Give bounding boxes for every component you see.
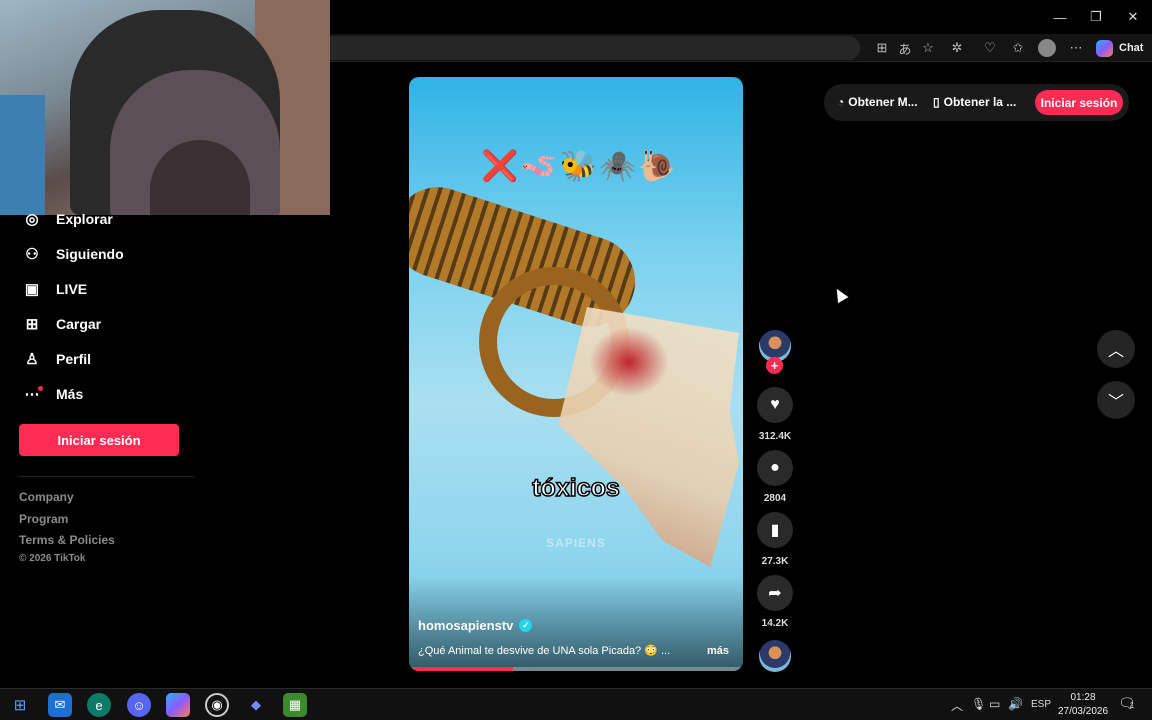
settings-more-icon[interactable]: ⋯ bbox=[1066, 38, 1086, 58]
copilot-icon bbox=[1096, 39, 1113, 57]
chevron-up-icon: ︿ bbox=[1107, 343, 1124, 360]
restore-icon[interactable]: ❐ bbox=[1081, 6, 1111, 28]
like-count: 312.4K bbox=[758, 431, 792, 442]
sidebar-divider bbox=[19, 476, 194, 477]
browser-essentials-icon[interactable]: ♡ bbox=[980, 38, 1000, 58]
share-button[interactable]: ➦ bbox=[757, 575, 793, 611]
video-progress-fill bbox=[409, 667, 513, 671]
start-icon[interactable]: ⊞ bbox=[8, 693, 32, 717]
coin-icon: ◔ bbox=[837, 95, 845, 109]
save-button[interactable]: ▮ bbox=[757, 512, 793, 548]
sidebar-item-following[interactable]: ⚇ Siguiendo bbox=[22, 241, 124, 267]
more-icon: ⋯ bbox=[22, 385, 43, 403]
notifications-icon[interactable]: 🗨1 bbox=[1118, 695, 1136, 712]
app-available-icon[interactable]: ⊞ bbox=[872, 38, 892, 58]
header-login-button[interactable]: Iniciar sesión bbox=[1035, 90, 1123, 115]
outlook-icon[interactable]: ✉ bbox=[48, 693, 72, 717]
compass-icon: ◎ bbox=[25, 211, 39, 228]
upload-icon: ⊞ bbox=[25, 316, 39, 333]
notification-badge: 1 bbox=[1129, 701, 1135, 710]
phone-icon: ▯ bbox=[933, 95, 940, 109]
taskbar-clock[interactable]: 01:28 27/03/2026 bbox=[1055, 691, 1111, 719]
chevron-down-icon: ﹀ bbox=[1107, 394, 1124, 411]
webcam-overlay bbox=[0, 0, 330, 215]
extensions-icon[interactable]: ✲ bbox=[947, 38, 967, 58]
get-coins-link[interactable]: ◔ Obtener M... bbox=[837, 95, 918, 109]
discord-icon[interactable]: ☺ bbox=[127, 693, 151, 717]
description-more-link[interactable]: más bbox=[707, 645, 729, 657]
favorite-star-icon[interactable]: ☆ bbox=[918, 38, 938, 58]
verified-icon: ✓ bbox=[519, 619, 533, 632]
copyright: © 2026 TikTok bbox=[19, 553, 86, 564]
sidebar-login-button[interactable]: Iniciar sesión bbox=[19, 424, 179, 456]
video-player[interactable]: ❌🪱🐝🕷️🐌 tóxicos SAPIENS homosapienstv ✓ ¿… bbox=[409, 77, 743, 671]
sidebar-item-label: Siguiendo bbox=[56, 246, 124, 262]
get-app-label: Obtener la ... bbox=[943, 95, 1017, 109]
sidebar-item-profile[interactable]: ♙ Perfil bbox=[22, 346, 91, 372]
sidebar-item-upload[interactable]: ⊞ Cargar bbox=[22, 311, 101, 337]
tray-chevron-icon[interactable]: ︿ bbox=[951, 697, 963, 714]
volume-icon[interactable]: 🔊 bbox=[1008, 697, 1023, 711]
save-count: 27.3K bbox=[761, 556, 789, 567]
wound-graphic bbox=[589, 327, 669, 397]
microphone-icon[interactable]: 🎙 bbox=[971, 697, 986, 711]
mouse-cursor bbox=[831, 285, 849, 304]
bookmark-icon: ▮ bbox=[770, 522, 780, 539]
sidebar-item-more[interactable]: ⋯ Más bbox=[22, 381, 83, 407]
sidebar-item-label: Perfil bbox=[56, 351, 92, 367]
video-description: ¿Qué Animal te desvive de UNA sola Picad… bbox=[418, 645, 671, 657]
sidebar-item-label: LIVE bbox=[56, 281, 88, 297]
sound-disc-avatar[interactable] bbox=[759, 640, 791, 672]
video-author[interactable]: homosapienstv ✓ bbox=[418, 618, 533, 633]
clock-time: 01:28 bbox=[1070, 692, 1096, 703]
get-coins-label: Obtener M... bbox=[848, 95, 918, 109]
minecraft-icon[interactable]: ▦ bbox=[283, 693, 307, 717]
language-indicator[interactable]: ESP bbox=[1031, 699, 1051, 710]
minimize-icon[interactable]: — bbox=[1045, 6, 1075, 28]
sidebar-item-label: Más bbox=[56, 386, 84, 402]
sidebar-item-label: Explorar bbox=[56, 211, 113, 227]
copilot-app-icon[interactable] bbox=[166, 693, 190, 717]
like-button[interactable]: ♥ bbox=[757, 387, 793, 423]
following-icon: ⚇ bbox=[25, 246, 39, 263]
video-caption: tóxicos bbox=[531, 473, 620, 503]
footer-link-terms[interactable]: Terms & Policies bbox=[19, 533, 115, 547]
app-diamond-icon[interactable]: ◆ bbox=[244, 693, 268, 717]
address-bar[interactable] bbox=[330, 36, 860, 60]
share-icon: ➦ bbox=[768, 585, 782, 602]
footer-link-program[interactable]: Program bbox=[19, 512, 68, 526]
sidebar-item-label: Cargar bbox=[56, 316, 102, 332]
edge-icon[interactable]: e bbox=[87, 693, 111, 717]
next-video-button[interactable]: ﹀ bbox=[1097, 381, 1135, 419]
obs-icon[interactable]: ◉ bbox=[205, 693, 229, 717]
follow-plus-icon[interactable]: + bbox=[766, 357, 783, 374]
video-watermark: SAPIENS bbox=[546, 536, 606, 550]
author-name: homosapienstv bbox=[418, 618, 514, 633]
copilot-chat-button[interactable]: Chat bbox=[1096, 38, 1143, 58]
sidebar-item-explore[interactable]: ◎ Explorar bbox=[22, 206, 113, 232]
live-icon: ▣ bbox=[24, 281, 40, 298]
previous-video-button[interactable]: ︿ bbox=[1097, 330, 1135, 368]
get-app-link[interactable]: ▯ Obtener la ... bbox=[933, 95, 1016, 109]
footer-link-company[interactable]: Company bbox=[19, 490, 74, 504]
favorites-icon[interactable]: ✩ bbox=[1008, 38, 1028, 58]
clock-date: 27/03/2026 bbox=[1057, 706, 1109, 717]
comment-button[interactable]: ● bbox=[757, 450, 793, 486]
profile-icon: ♙ bbox=[25, 351, 39, 368]
close-icon[interactable]: ✕ bbox=[1118, 6, 1148, 28]
share-count: 14.2K bbox=[761, 618, 789, 629]
comment-count: 2804 bbox=[763, 493, 787, 504]
network-icon[interactable]: ▭ bbox=[989, 697, 1000, 711]
translate-icon[interactable]: あ bbox=[895, 38, 915, 58]
comment-icon: ● bbox=[770, 459, 780, 476]
sidebar-item-live[interactable]: ▣ LIVE bbox=[22, 276, 87, 302]
heart-icon: ♥ bbox=[770, 396, 780, 413]
chat-label: Chat bbox=[1119, 42, 1144, 54]
video-emoji-row: ❌🪱🐝🕷️🐌 bbox=[481, 150, 678, 183]
profile-avatar-icon[interactable] bbox=[1037, 38, 1057, 58]
